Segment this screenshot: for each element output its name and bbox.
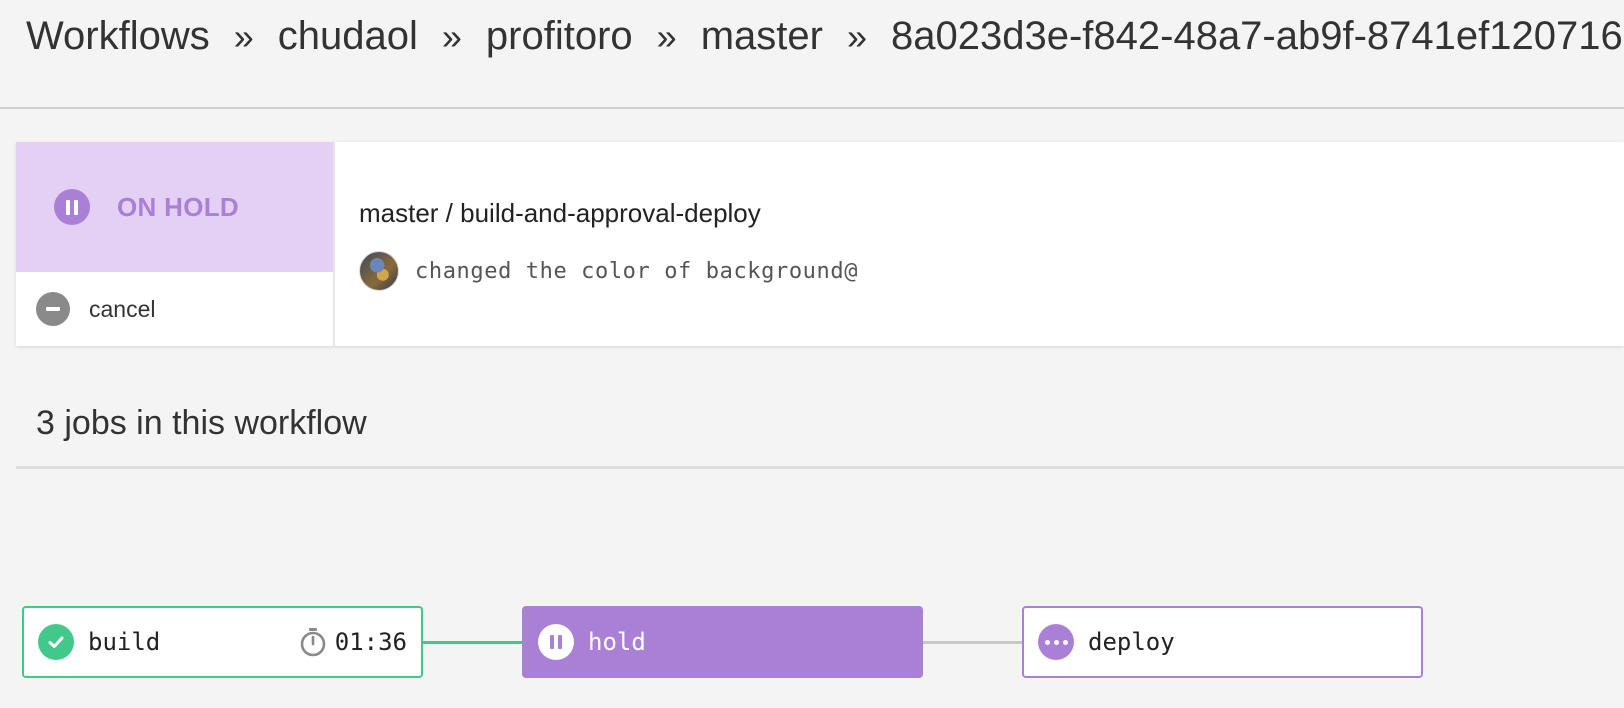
breadcrumb-workflows[interactable]: Workflows — [26, 14, 210, 59]
cancel-label: cancel — [89, 295, 156, 322]
job-hold[interactable]: hold — [522, 606, 923, 678]
workflow-summary-card: ON HOLD cancel master / build-and-approv… — [16, 142, 1624, 346]
workflow-status-badge: ON HOLD — [16, 142, 333, 272]
cancel-workflow-button[interactable]: cancel — [16, 272, 333, 346]
pause-icon — [54, 189, 90, 225]
workflow-status-label: ON HOLD — [117, 191, 239, 222]
job-connector-build-hold — [421, 641, 522, 644]
workflow-status-column: ON HOLD cancel — [16, 142, 335, 346]
job-name: hold — [588, 628, 646, 656]
breadcrumb: Workflows » chudaol » profitoro » master… — [26, 14, 1623, 59]
jobs-heading: 3 jobs in this workflow — [36, 404, 367, 442]
pause-icon — [538, 624, 574, 660]
breadcrumb-separator: » — [233, 15, 254, 57]
job-name: build — [88, 628, 161, 656]
job-duration: 01:36 — [299, 627, 407, 657]
page-header: Workflows » chudaol » profitoro » master… — [0, 0, 1624, 109]
breadcrumb-separator: » — [846, 15, 867, 57]
workflow-info: master / build-and-approval-deploy chang… — [335, 142, 1624, 346]
breadcrumb-org[interactable]: chudaol — [278, 14, 418, 59]
timer-icon — [300, 628, 326, 657]
breadcrumb-workflow-id: 8a023d3e-f842-48a7-ab9f-8741ef120716 — [890, 14, 1623, 58]
job-build[interactable]: build 01:36 — [22, 606, 423, 678]
job-deploy[interactable]: deploy — [1022, 606, 1423, 678]
success-check-icon — [38, 624, 74, 660]
job-duration-value: 01:36 — [334, 628, 407, 656]
cancel-icon — [36, 292, 70, 326]
breadcrumb-separator: » — [441, 15, 462, 57]
job-connector-hold-deploy — [921, 641, 1023, 644]
avatar — [359, 251, 399, 291]
commit-message: changed the color of background@ — [415, 258, 859, 284]
commit-row: changed the color of background@ — [359, 251, 1624, 291]
more-dots-icon — [1038, 624, 1074, 660]
job-name: deploy — [1088, 628, 1175, 656]
breadcrumb-project[interactable]: profitoro — [486, 14, 633, 59]
breadcrumb-separator: » — [656, 15, 677, 57]
divider — [16, 466, 1624, 469]
breadcrumb-branch[interactable]: master — [701, 14, 823, 59]
workflow-title[interactable]: master / build-and-approval-deploy — [359, 198, 1624, 229]
